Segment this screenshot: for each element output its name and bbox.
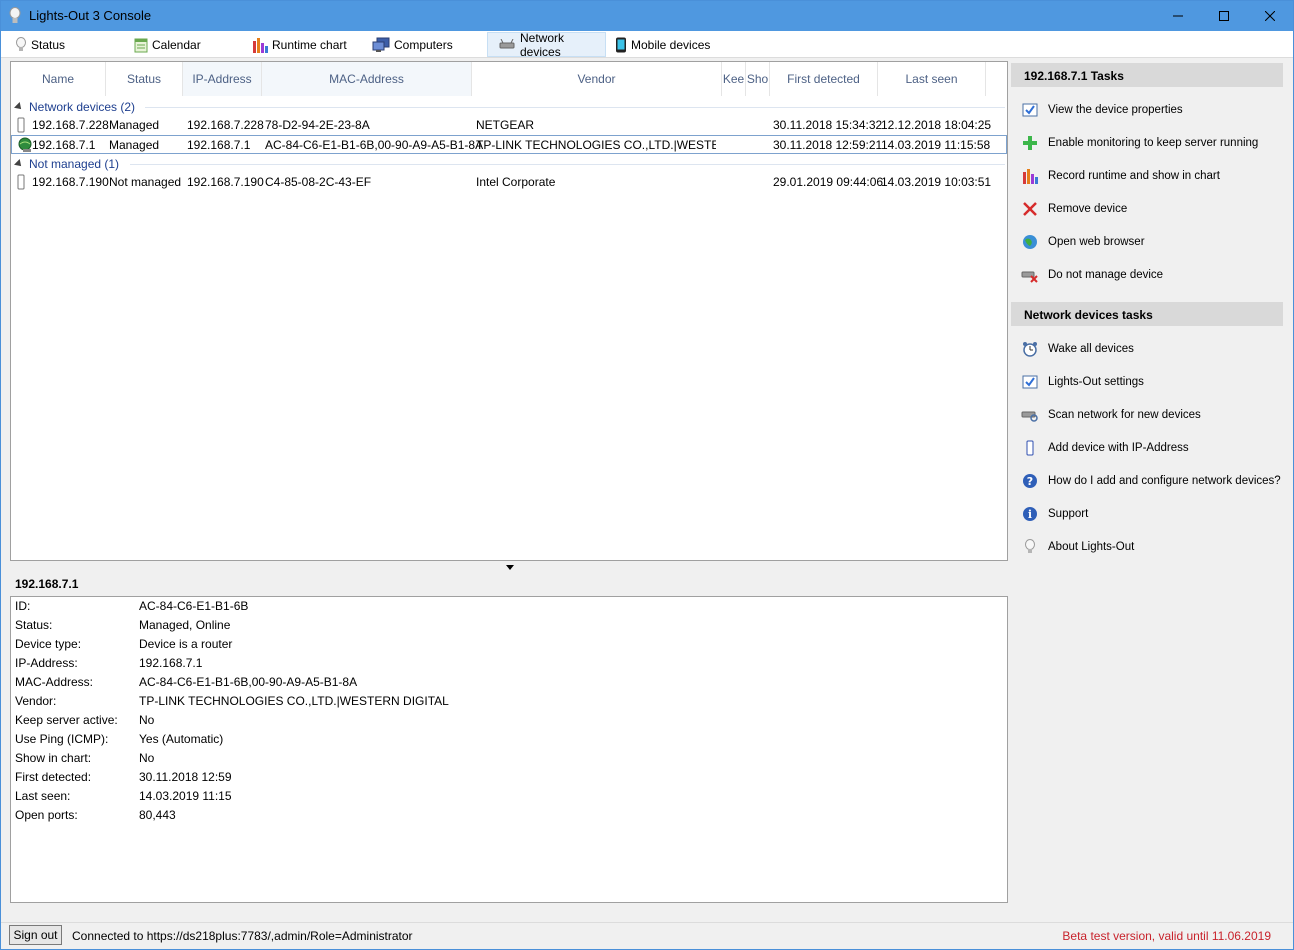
- tab-mobile-devices[interactable]: Mobile devices: [605, 32, 725, 57]
- tab-label: Network devices: [520, 30, 565, 59]
- detail-title: 192.168.7.1: [15, 577, 79, 591]
- chart-icon: [1023, 169, 1038, 184]
- scan-icon: [1021, 411, 1038, 422]
- app-window: Lights-Out 3 Console Status Calendar Run…: [0, 0, 1294, 950]
- column-header-show[interactable]: Sho: [746, 62, 770, 96]
- tab-runtime-chart[interactable]: Runtime chart: [242, 32, 362, 57]
- tab-computers[interactable]: Computers: [362, 32, 482, 57]
- task-lights-out-settings[interactable]: Lights-Out settings: [1021, 371, 1144, 393]
- task-add-device-ip[interactable]: Add device with IP-Address: [1021, 437, 1189, 459]
- bulb-icon: [9, 7, 21, 23]
- collapse-arrow-icon[interactable]: [14, 102, 24, 112]
- task-record-runtime[interactable]: Record runtime and show in chart: [1021, 165, 1220, 187]
- properties-icon: [1022, 103, 1038, 117]
- column-header-keep[interactable]: Kee: [722, 62, 746, 96]
- device-tasks-header: 192.168.7.1 Tasks: [1011, 63, 1283, 87]
- task-open-web-browser[interactable]: Open web browser: [1021, 231, 1145, 253]
- svg-text:i: i: [1028, 508, 1032, 521]
- computers-icon: [372, 37, 390, 52]
- mobile-icon: [616, 37, 626, 52]
- table-row[interactable]: 192.168.7.1 Managed 192.168.7.1 AC-84-C6…: [11, 135, 1007, 154]
- task-view-properties[interactable]: View the device properties: [1021, 99, 1183, 121]
- tab-label: Status: [31, 37, 66, 52]
- tab-bar: Status Calendar Runtime chart Computers …: [1, 30, 1293, 59]
- device-icon: [17, 174, 25, 190]
- column-header-ip-address[interactable]: IP-Address: [183, 62, 262, 96]
- title-bar: Lights-Out 3 Console: [1, 1, 1293, 31]
- tab-network-devices[interactable]: Network devices: [487, 30, 606, 59]
- window-title: Lights-Out 3 Console: [29, 8, 152, 23]
- bulb-icon: [1025, 539, 1035, 553]
- svg-text:?: ?: [1027, 475, 1033, 488]
- task-about[interactable]: About Lights-Out: [1021, 536, 1134, 558]
- router-online-icon: [18, 137, 32, 152]
- task-wake-all-devices[interactable]: Wake all devices: [1021, 338, 1134, 360]
- splitter-arrow-icon[interactable]: [506, 565, 514, 570]
- connection-status: Connected to https://ds218plus:7783/,adm…: [72, 929, 413, 943]
- column-header-vendor[interactable]: Vendor: [472, 62, 722, 96]
- tab-label: Mobile devices: [631, 37, 711, 52]
- calendar-icon: [134, 38, 148, 52]
- network-device-icon: [499, 38, 515, 48]
- column-header-last-seen[interactable]: Last seen: [878, 62, 986, 96]
- task-enable-monitoring[interactable]: Enable monitoring to keep server running: [1021, 132, 1258, 154]
- close-icon: [1265, 11, 1275, 21]
- group-label: Network devices (2): [29, 100, 136, 114]
- tab-label: Computers: [394, 37, 453, 52]
- tab-label: Runtime chart: [272, 37, 347, 52]
- column-header-status[interactable]: Status: [106, 62, 183, 96]
- tab-status[interactable]: Status: [5, 32, 115, 57]
- group-header-network-devices[interactable]: Network devices (2): [14, 99, 1005, 115]
- task-pane: 192.168.7.1 Tasks View the device proper…: [1011, 61, 1283, 601]
- task-scan-network[interactable]: Scan network for new devices: [1021, 404, 1201, 426]
- maximize-icon: [1219, 11, 1229, 21]
- task-remove-device[interactable]: Remove device: [1021, 198, 1127, 220]
- task-help-network-devices[interactable]: ? How do I add and configure network dev…: [1021, 470, 1281, 492]
- settings-icon: [1022, 375, 1038, 389]
- device-list: Name Status IP-Address MAC-Address Vendo…: [10, 61, 1008, 561]
- group-header-not-managed[interactable]: Not managed (1): [14, 156, 1005, 172]
- maximize-button[interactable]: [1201, 1, 1247, 31]
- minimize-icon: [1173, 15, 1183, 17]
- help-icon: ?: [1023, 474, 1037, 488]
- info-icon: i: [1023, 507, 1037, 521]
- table-row[interactable]: 192.168.7.190 Not managed 192.168.7.190 …: [11, 173, 1007, 192]
- beta-notice: Beta test version, valid until 11.06.201…: [1062, 929, 1271, 943]
- unmanage-icon: [1021, 271, 1038, 283]
- group-label: Not managed (1): [29, 157, 120, 171]
- task-support[interactable]: i Support: [1021, 503, 1088, 525]
- device-details: ID: AC-84-C6-E1-B1-6B Status: Managed, Onl…: [10, 596, 1008, 903]
- collapse-arrow-icon[interactable]: [14, 159, 24, 169]
- group-divider: [145, 107, 1005, 108]
- status-bar: Sign out Connected to https://ds218plus:…: [1, 922, 1293, 949]
- chart-icon: [253, 37, 268, 53]
- minimize-button[interactable]: [1155, 1, 1201, 31]
- remove-icon: [1023, 202, 1037, 216]
- close-button[interactable]: [1247, 1, 1293, 31]
- add-device-icon: [1026, 440, 1034, 456]
- group-divider: [130, 164, 1005, 165]
- device-icon: [17, 117, 25, 133]
- bulb-icon: [16, 36, 26, 51]
- tab-calendar[interactable]: Calendar: [124, 32, 239, 57]
- column-header-name[interactable]: Name: [11, 62, 106, 96]
- alarm-clock-icon: [1023, 342, 1037, 357]
- task-do-not-manage[interactable]: Do not manage device: [1021, 264, 1163, 286]
- network-tasks-header: Network devices tasks: [1011, 302, 1283, 326]
- plus-icon: [1023, 136, 1037, 150]
- globe-icon: [1023, 235, 1037, 249]
- tab-label: Calendar: [152, 37, 201, 52]
- column-header-first-detected[interactable]: First detected: [770, 62, 878, 96]
- column-header-mac-address[interactable]: MAC-Address: [262, 62, 472, 96]
- table-row[interactable]: 192.168.7.228 Managed 192.168.7.228 78-D…: [11, 116, 1007, 135]
- sign-out-button[interactable]: Sign out: [9, 925, 62, 945]
